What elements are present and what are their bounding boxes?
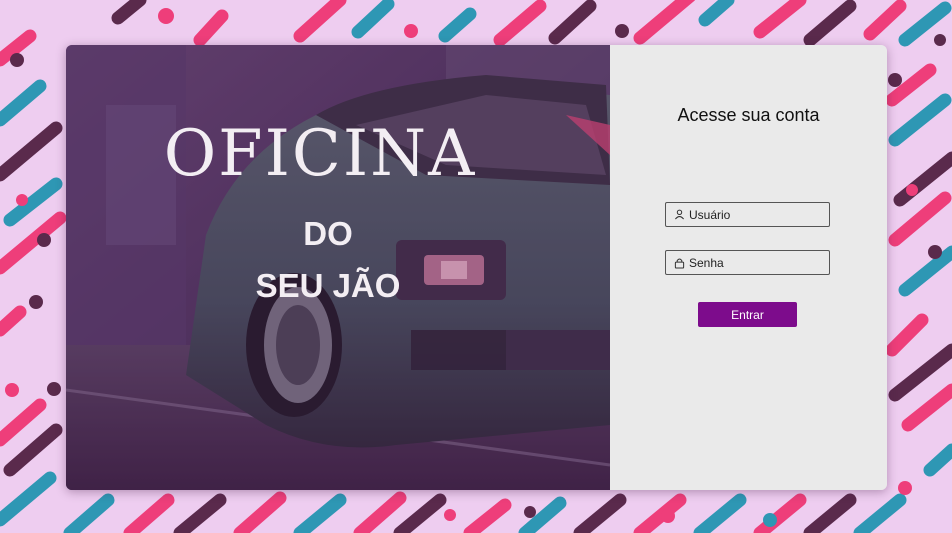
login-heading: Acesse sua conta xyxy=(677,105,820,125)
username-input[interactable] xyxy=(689,207,819,222)
hero-banner: OFICINA DO SEU JÃO xyxy=(66,45,610,490)
user-icon xyxy=(669,209,689,220)
login-panel: Acesse sua conta Entrar xyxy=(610,45,887,490)
hero-title-line2: DO xyxy=(303,215,353,252)
username-field[interactable] xyxy=(665,202,830,227)
password-field[interactable] xyxy=(665,250,830,275)
password-input[interactable] xyxy=(689,255,819,270)
hero-title-line1: OFICINA xyxy=(163,117,477,191)
lock-icon xyxy=(669,257,689,269)
hero-title-line3: SEU JÃO xyxy=(255,267,401,304)
login-card: OFICINA DO SEU JÃO Acesse sua conta Entr… xyxy=(66,45,887,490)
submit-button[interactable]: Entrar xyxy=(698,302,797,327)
